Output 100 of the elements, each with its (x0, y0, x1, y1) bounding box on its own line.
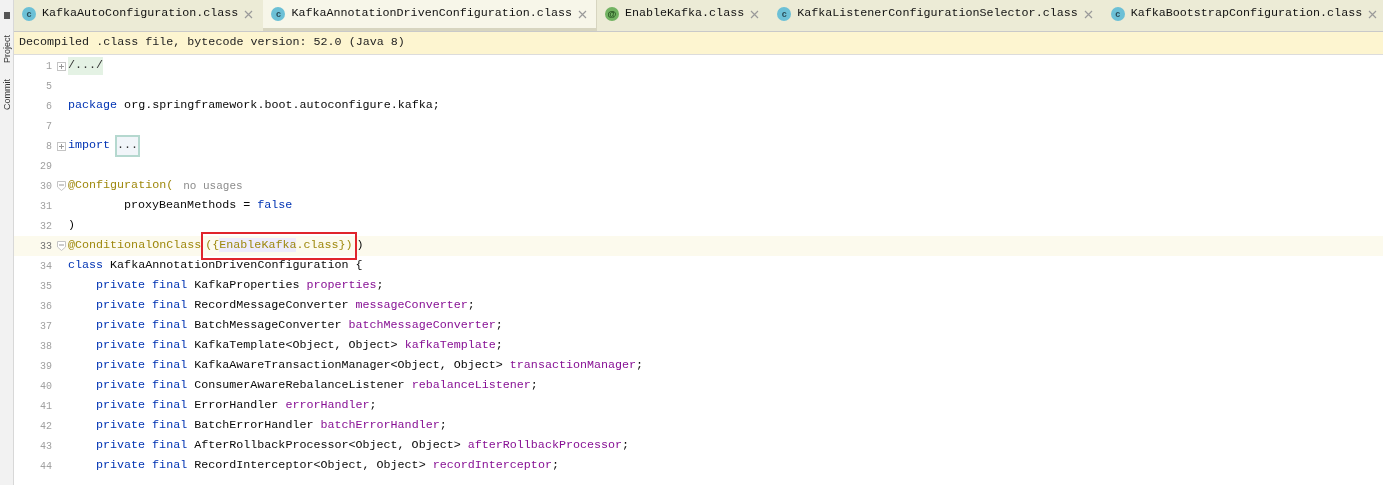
code-text: org.springframework.boot.autoconfigure.kafka; (123, 97, 440, 115)
keyword: import (68, 137, 111, 155)
code-text: BatchErrorHandler (193, 417, 315, 435)
line-number: 34 (39, 259, 53, 274)
keyword: false (257, 197, 293, 215)
code-text: BatchMessageConverter (193, 317, 343, 335)
line-number: 37 (39, 319, 53, 334)
line-number: 44 (39, 459, 53, 474)
line-number: 39 (39, 359, 53, 374)
tab-label: KafkaBootstrapConfiguration.class (1130, 5, 1363, 23)
editor-tab[interactable]: c KafkaAnnotationDrivenConfiguration.class (263, 0, 597, 31)
expand-icon[interactable] (56, 61, 66, 71)
code-text: KafkaProperties (193, 277, 301, 295)
annotation-text: @Configuration( (68, 177, 174, 195)
code-text: ) (68, 217, 75, 235)
code-text: RecordMessageConverter (193, 297, 350, 315)
code-text: KafkaAwareTransactionManager<Object, Object> (193, 357, 504, 375)
code-text: ; (376, 277, 384, 295)
code-text: KafkaAnnotationDrivenConfiguration { (109, 257, 363, 275)
keyword: private final (96, 437, 188, 455)
code-text: ; (622, 437, 630, 455)
field-name: kafkaTemplate (404, 337, 496, 355)
line-number: 33 (39, 239, 53, 254)
field-name: messageConverter (355, 297, 468, 315)
code-text: ; (467, 297, 475, 315)
line-number: 41 (39, 399, 53, 414)
line-number: 43 (39, 439, 53, 454)
close-icon[interactable] (577, 9, 587, 19)
annotation-icon: @ (604, 7, 619, 21)
keyword: private final (96, 337, 188, 355)
code-text: AfterRollbackProcessor<Object, Object> (193, 437, 462, 455)
editor-tab[interactable]: c KafkaListenerConfigurationSelector.class (769, 0, 1103, 31)
tab-label: KafkaAutoConfiguration.class (42, 5, 239, 23)
line-number: 5 (45, 79, 53, 94)
line-number: 32 (39, 219, 53, 234)
annotation-text: ({ (205, 238, 220, 253)
line-number: 8 (45, 139, 53, 154)
highlighted-usage: EnableKafka (219, 238, 297, 253)
usage-hint: no usages (183, 178, 243, 194)
field-name: recordInterceptor (432, 457, 552, 475)
editor-tab[interactable]: c KafkaBootstrapConfiguration.class (1102, 0, 1383, 31)
close-icon[interactable] (750, 9, 760, 19)
keyword: private final (96, 417, 188, 435)
line-number: 35 (39, 279, 53, 294)
tab-label: KafkaAnnotationDrivenConfiguration.class (291, 5, 572, 23)
close-icon[interactable] (1083, 9, 1093, 19)
line-number: 29 (39, 159, 53, 174)
class-icon: c (271, 7, 286, 21)
code-text: ConsumerAwareRebalanceListener (193, 377, 406, 395)
code-text: ; (439, 417, 447, 435)
collapse-icon[interactable] (56, 241, 66, 251)
code-text: ; (495, 317, 503, 335)
line-number: 30 (39, 179, 53, 194)
code-text: ; (636, 357, 644, 375)
line-number: 1 (45, 59, 53, 74)
code-text: ) (356, 237, 364, 255)
tool-window-button[interactable]: Project (1, 35, 12, 63)
code-text: ErrorHandler (193, 397, 280, 415)
line-number: 6 (45, 99, 53, 114)
field-name: batchErrorHandler (320, 417, 440, 435)
annotation-text: @ConditionalOnClass (68, 237, 202, 255)
keyword: private final (96, 357, 188, 375)
code-text: proxyBeanMethods = (124, 197, 252, 215)
close-icon[interactable] (244, 9, 254, 19)
line-number: 31 (39, 199, 53, 214)
class-icon: c (1110, 7, 1125, 21)
editor-tab[interactable]: c KafkaAutoConfiguration.class (14, 0, 264, 31)
line-number: 7 (45, 119, 53, 134)
code-text: RecordInterceptor<Object, Object> (193, 457, 427, 475)
annotation-text: .class}) (296, 238, 353, 253)
collapse-icon[interactable] (56, 181, 66, 191)
field-name: errorHandler (285, 397, 370, 415)
tab-label: EnableKafka.class (624, 5, 745, 23)
folded-imports[interactable]: ... (117, 137, 139, 155)
keyword: package (68, 97, 118, 115)
close-icon[interactable] (1368, 9, 1378, 19)
expand-icon[interactable] (56, 141, 66, 151)
code-text: KafkaTemplate<Object, Object> (193, 337, 399, 355)
line-number: 42 (39, 419, 53, 434)
keyword: private final (96, 317, 188, 335)
line-number: 38 (39, 339, 53, 354)
square-icon (3, 12, 10, 19)
field-name: afterRollbackProcessor (467, 437, 623, 455)
class-icon: c (22, 7, 36, 21)
folded-code[interactable]: /.../ (68, 57, 104, 75)
code-text: ; (369, 397, 377, 415)
editor-tab[interactable]: @ EnableKafka.class (596, 0, 770, 31)
tab-label: KafkaListenerConfigurationSelector.class (797, 5, 1078, 23)
code-text: ; (495, 337, 503, 355)
notification-bar: Decompiled .class file, bytecode version: 52.0 (Java 8) (14, 32, 1383, 55)
tool-window-button[interactable]: Commit (1, 79, 12, 110)
field-name: properties (306, 277, 377, 295)
code-text: ; (530, 377, 538, 395)
keyword: private final (96, 397, 188, 415)
code-text: ; (551, 457, 559, 475)
keyword: private final (96, 457, 188, 475)
field-name: rebalanceListener (411, 377, 531, 395)
keyword: private final (96, 377, 188, 395)
line-number: 36 (39, 299, 53, 314)
keyword: class (68, 257, 104, 275)
